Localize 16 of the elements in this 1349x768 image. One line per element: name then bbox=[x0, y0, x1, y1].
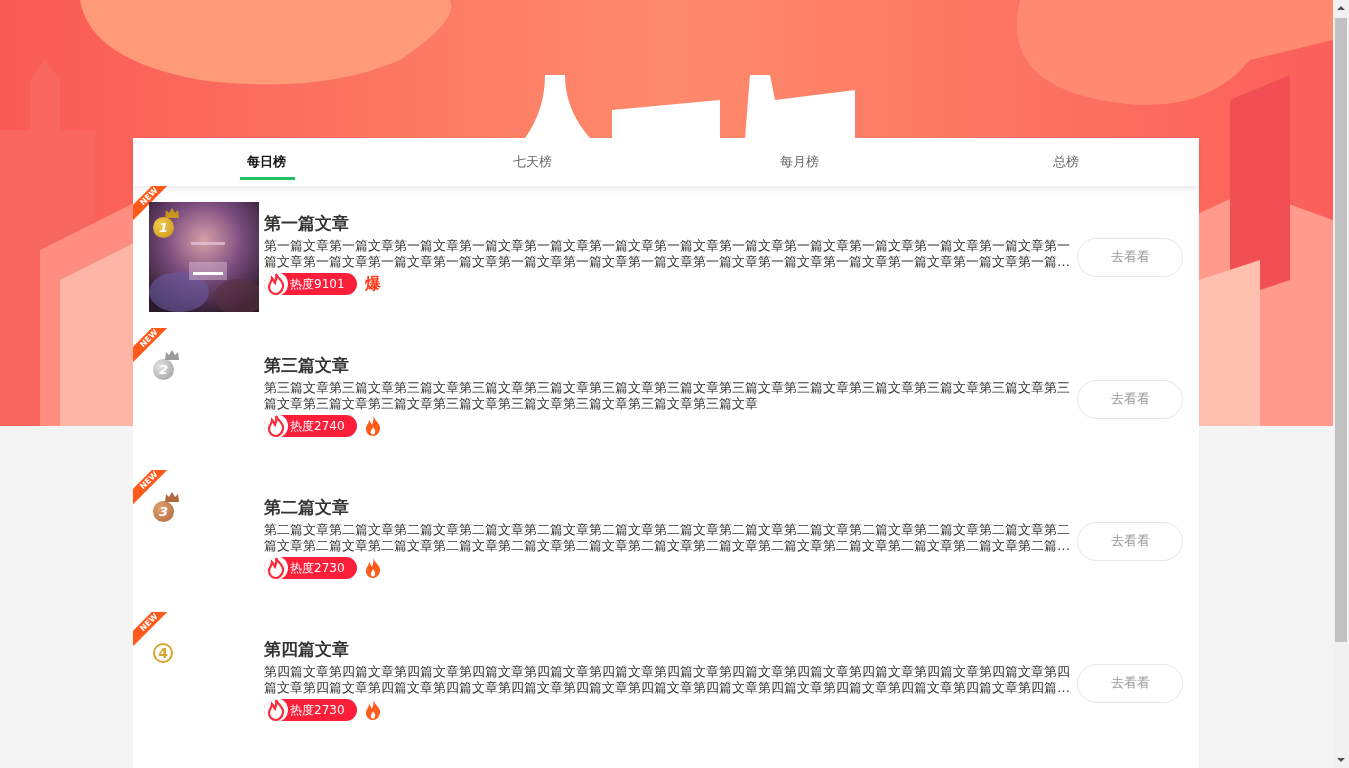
scroll-up-icon[interactable] bbox=[1337, 5, 1345, 11]
medal-badge: 3 bbox=[153, 501, 174, 522]
article-description: 第二篇文章第二篇文章第二篇文章第二篇文章第二篇文章第二篇文章第二篇文章第二篇文章第二篇文章第二篇文章第二篇文章第二篇文章第二篇文章第二篇文章第二篇文章第二篇文章第二篇文章第二篇文章第二篇文章第二篇文章第二篇文章第二篇文章第二篇文章第二篇文章第二篇… bbox=[264, 522, 1071, 554]
flame-icon bbox=[365, 558, 381, 578]
flame-icon bbox=[365, 700, 381, 720]
flame-icon bbox=[264, 556, 288, 580]
scroll-down-icon[interactable] bbox=[1337, 757, 1345, 763]
heat-badge: 热度2730 bbox=[264, 699, 357, 721]
article-title[interactable]: 第四篇文章 bbox=[264, 638, 1072, 660]
scrollbar-thumb[interactable] bbox=[1335, 18, 1347, 642]
rank-badge: 4 bbox=[153, 643, 173, 663]
article-title[interactable]: 第二篇文章 bbox=[264, 496, 1072, 518]
flame-icon bbox=[264, 698, 288, 722]
crown-icon bbox=[165, 492, 179, 502]
heat-badge: 热度2730 bbox=[264, 557, 357, 579]
article-description: 第四篇文章第四篇文章第四篇文章第四篇文章第四篇文章第四篇文章第四篇文章第四篇文章第四篇文章第四篇文章第四篇文章第四篇文章第四篇文章第四篇文章第四篇文章第四篇文章第四篇文章第四篇文章第四篇文章第四篇文章第四篇文章第四篇文章第四篇文章第四篇文章第四篇… bbox=[264, 664, 1071, 696]
